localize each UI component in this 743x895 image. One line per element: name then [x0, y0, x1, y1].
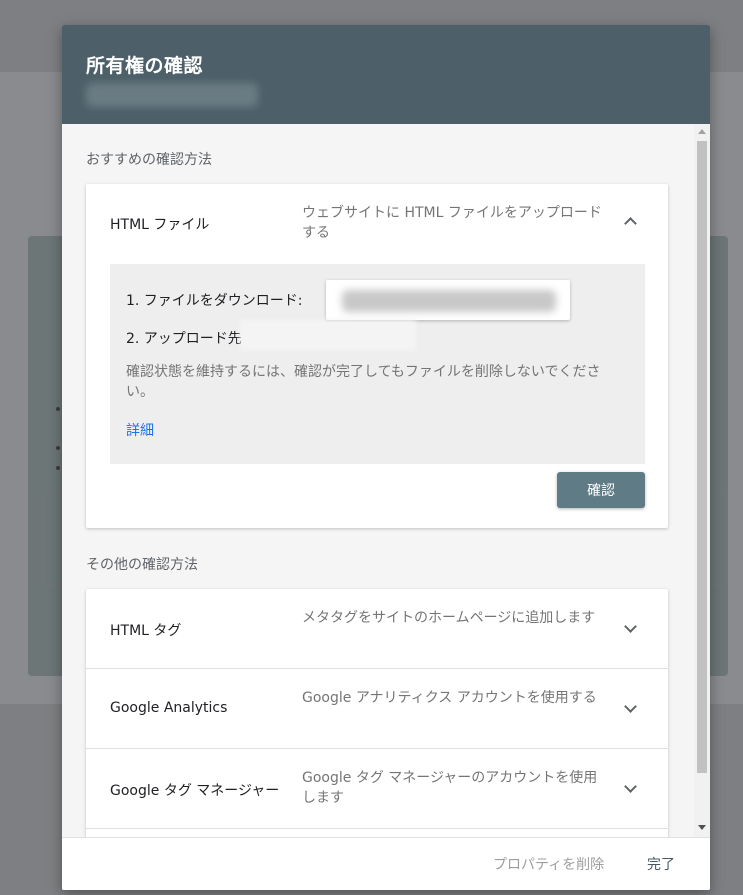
- other-methods-list: HTML タグ メタタグをサイトのホームページに追加します Google Ana…: [86, 589, 668, 837]
- html-file-method-card: HTML ファイル ウェブサイトに HTML ファイルをアップロードする 1. …: [86, 184, 668, 528]
- chevron-down-icon[interactable]: [624, 700, 637, 713]
- divider: [86, 828, 668, 829]
- method-title: HTML タグ: [110, 623, 182, 639]
- scroll-up-arrow-icon[interactable]: [698, 129, 706, 134]
- dialog-body: おすすめの確認方法 HTML ファイル ウェブサイトに HTML ファイルをアッ…: [62, 124, 710, 837]
- method-description: Google アナリティクス アカウントを使用する: [302, 690, 597, 706]
- chevron-down-icon[interactable]: [624, 620, 637, 633]
- background-bullet: [56, 446, 60, 450]
- method-title: HTML ファイル: [110, 217, 210, 233]
- download-file-button[interactable]: [326, 280, 570, 320]
- dialog-header: 所有権の確認: [62, 25, 710, 124]
- property-url-redacted: [86, 83, 258, 107]
- done-button[interactable]: 完了: [647, 854, 675, 874]
- download-step-label: 1. ファイルをダウンロード:: [126, 293, 303, 309]
- method-row-html-tag[interactable]: HTML タグ メタタグをサイトのホームページに追加します: [86, 589, 668, 668]
- method-description: Google タグ マネージャーのアカウントを使用します: [302, 770, 598, 806]
- chevron-down-icon[interactable]: [624, 780, 637, 793]
- upload-url-redacted: [240, 320, 416, 350]
- dialog-scrollbar[interactable]: [694, 124, 710, 837]
- upload-step-label: 2. アップロード先: [126, 331, 242, 347]
- background-bullet: [56, 407, 60, 411]
- remove-property-button[interactable]: プロパティを削除: [493, 854, 604, 874]
- verify-button[interactable]: 確認: [557, 472, 645, 508]
- other-methods-label: その他の確認方法: [86, 557, 198, 573]
- retention-hint: 確認状態を維持するには、確認が完了してもファイルを削除しないでください。: [126, 364, 601, 400]
- method-title: Google タグ マネージャー: [110, 783, 280, 799]
- method-row-google-analytics[interactable]: Google Analytics Google アナリティクス アカウントを使用…: [86, 669, 668, 748]
- dialog-title: 所有権の確認: [86, 55, 204, 77]
- details-link[interactable]: 詳細: [126, 420, 154, 440]
- method-title: Google Analytics: [110, 700, 228, 716]
- recommended-methods-label: おすすめの確認方法: [86, 152, 212, 168]
- method-row-google-tag-manager[interactable]: Google タグ マネージャー Google タグ マネージャーのアカウントを…: [86, 749, 668, 828]
- method-description: メタタグをサイトのホームページに追加します: [302, 610, 596, 626]
- html-file-instructions-panel: 1. ファイルをダウンロード: 2. アップロード先 確認状態を維持するには、確…: [110, 264, 645, 464]
- method-description: ウェブサイトに HTML ファイルをアップロードする: [302, 205, 602, 241]
- html-file-method-header[interactable]: HTML ファイル ウェブサイトに HTML ファイルをアップロードする: [86, 184, 668, 262]
- scroll-down-arrow-icon[interactable]: [698, 825, 706, 830]
- ownership-verification-dialog: 所有権の確認 おすすめの確認方法 HTML ファイル ウェブサイトに HTML …: [62, 25, 710, 890]
- dialog-footer: プロパティを削除 完了: [62, 837, 710, 890]
- background-bullet: [56, 466, 60, 470]
- scroll-thumb[interactable]: [697, 141, 707, 773]
- file-name-redacted: [342, 290, 556, 312]
- chevron-up-icon[interactable]: [624, 217, 637, 230]
